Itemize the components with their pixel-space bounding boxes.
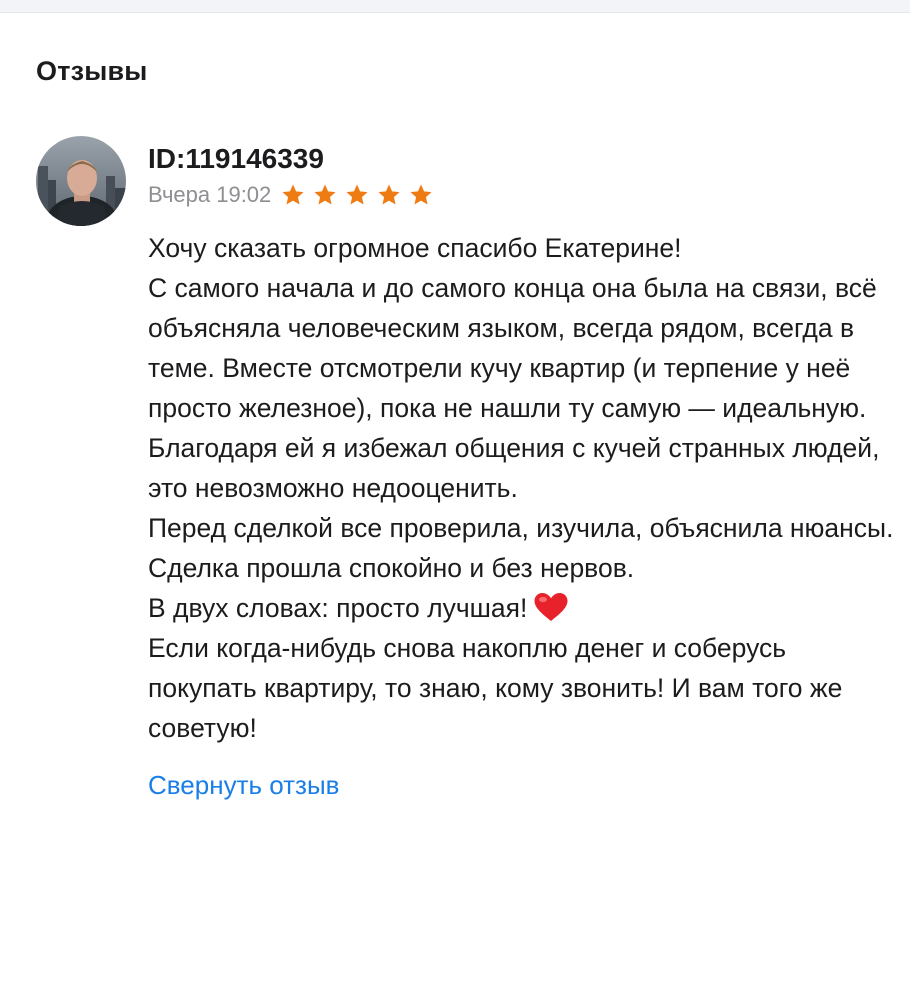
review-meta: Вчера 19:02 xyxy=(148,178,896,212)
review-line: Хочу сказать огромное спасибо Екатерине! xyxy=(148,233,682,263)
section-title: Отзывы xyxy=(36,56,148,86)
top-divider-strip xyxy=(0,0,910,13)
heart-icon xyxy=(533,592,569,622)
star-icon xyxy=(345,183,369,207)
review-author[interactable]: ID:119146339 xyxy=(148,142,896,176)
review-line: Перед сделкой все проверила, изучила, об… xyxy=(148,513,894,583)
star-icon xyxy=(377,183,401,207)
collapse-review-link[interactable]: Свернуть отзыв xyxy=(148,770,339,801)
star-rating xyxy=(281,183,441,207)
review-line-with-emoji: В двух словах: просто лучшая! xyxy=(148,588,896,628)
star-icon xyxy=(313,183,337,207)
review-body: ID:119146339 Вчера 19:02 Хочу сказать ог… xyxy=(148,136,896,801)
star-icon xyxy=(281,183,305,207)
avatar[interactable] xyxy=(36,136,126,226)
review-line: Если когда-нибудь снова накоплю денег и … xyxy=(148,633,843,743)
review-line: Благодаря ей я избежал общения с кучей с… xyxy=(148,433,880,503)
star-icon xyxy=(409,183,433,207)
review-text: Хочу сказать огромное спасибо Екатерине!… xyxy=(148,228,896,748)
review-line: С самого начала и до самого конца она бы… xyxy=(148,273,877,423)
review-line: В двух словах: просто лучшая! xyxy=(148,593,528,623)
review-date: Вчера 19:02 xyxy=(148,182,272,207)
